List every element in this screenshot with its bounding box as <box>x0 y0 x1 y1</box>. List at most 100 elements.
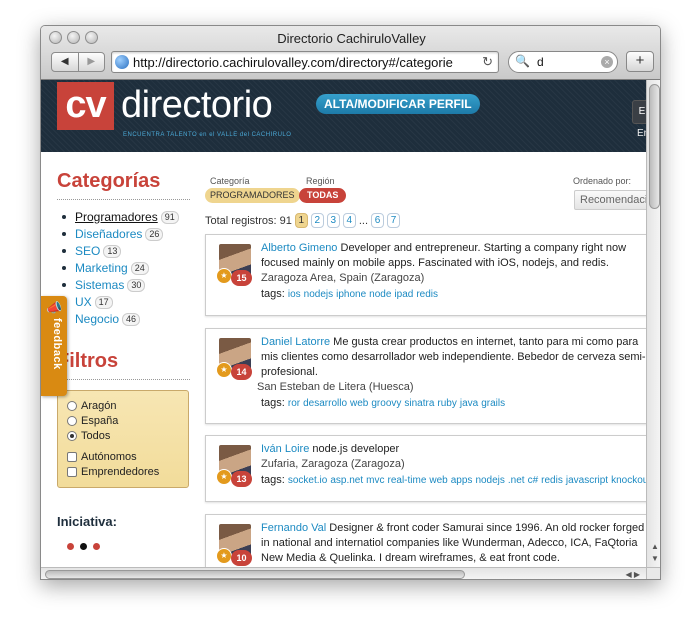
scroll-arrows[interactable]: ◀ ▶ <box>625 568 640 579</box>
tag-link[interactable]: c# <box>528 475 539 486</box>
category-link[interactable]: Negocio <box>75 312 119 326</box>
clear-search-icon[interactable]: × <box>601 56 613 68</box>
category-link[interactable]: Marketing <box>75 261 128 275</box>
tag-link[interactable]: knockout.js <box>611 475 646 486</box>
category-item[interactable]: Sistemas 30 <box>57 278 190 292</box>
profile-name-link[interactable]: Fernando Val <box>261 522 326 534</box>
tag-link[interactable]: grails <box>481 398 505 409</box>
tag-link[interactable]: node <box>369 289 391 300</box>
category-item[interactable]: Programadores 91 <box>57 210 190 224</box>
checkbox-autonomos[interactable]: Autónomos <box>67 451 179 463</box>
url-text[interactable]: http://directorio.cachirulovalley.com/di… <box>133 55 473 70</box>
filter-panel: Aragón España Todos Autónomos Emprendedo… <box>57 390 189 488</box>
page-link-current[interactable]: 1 <box>294 213 308 228</box>
sidebar: Categorías Programadores 91 Diseñadores 26… <box>57 170 190 550</box>
category-item[interactable]: UX 17 <box>57 295 190 309</box>
category-item[interactable]: Diseñadores 26 <box>57 227 190 241</box>
category-link[interactable]: SEO <box>75 244 100 258</box>
tag-link[interactable]: real-time <box>387 475 426 486</box>
tag-link[interactable]: desarrollo <box>303 398 347 409</box>
page-link[interactable]: 2 <box>310 213 324 228</box>
tag-link[interactable]: asp.net <box>330 475 363 486</box>
tag-link[interactable]: web <box>429 475 447 486</box>
vertical-scroll-thumb[interactable] <box>649 84 660 209</box>
tag-link[interactable]: web <box>350 398 368 409</box>
tag-link[interactable]: sinatra <box>404 398 434 409</box>
tag-link[interactable]: socket.io <box>288 475 327 486</box>
page-link[interactable]: 3 <box>326 213 340 228</box>
radio-icon[interactable] <box>67 401 77 411</box>
profile-button[interactable]: ALTA/MODIFICAR PERFIL <box>316 94 480 114</box>
tag-link[interactable]: .net <box>508 475 525 486</box>
tag-link[interactable]: java <box>460 398 478 409</box>
category-link[interactable]: Sistemas <box>75 278 124 292</box>
megaphone-icon: 📣 <box>46 300 63 315</box>
category-count: 46 <box>122 312 141 326</box>
tag-link[interactable]: javascript <box>566 475 608 486</box>
checkbox-icon[interactable] <box>67 452 77 462</box>
radio-checked-icon[interactable] <box>67 431 77 441</box>
tag-link[interactable]: iphone <box>336 289 366 300</box>
profile-card[interactable]: ★ 14 Daniel Latorre Me gusta crear produ… <box>205 328 646 424</box>
category-link[interactable]: Programadores <box>75 210 158 224</box>
add-bookmark-button[interactable]: + <box>626 51 654 72</box>
sort-select[interactable]: Recomendaciones <box>574 190 646 210</box>
initiative-logo[interactable] <box>57 543 190 550</box>
category-item[interactable]: SEO 13 <box>57 244 190 258</box>
tag-link[interactable]: nodejs <box>475 475 504 486</box>
recommendation-icon: ★ <box>216 548 232 564</box>
tag-link[interactable]: redis <box>416 289 438 300</box>
logo-cv[interactable]: cv <box>57 82 114 130</box>
bullet-icon <box>62 266 66 270</box>
radio-icon[interactable] <box>67 416 77 426</box>
radio-label: Todos <box>81 430 111 442</box>
page-link[interactable]: 7 <box>387 213 400 228</box>
back-button[interactable]: ◀ <box>52 53 78 71</box>
region-filter-pill[interactable]: TODAS <box>299 188 347 203</box>
category-link[interactable]: UX <box>75 295 92 309</box>
reload-icon[interactable]: ↻ <box>482 54 493 70</box>
profile-card[interactable]: ★ 13 Iván Loire node.js developer Zufari… <box>205 435 646 502</box>
page-link[interactable]: 6 <box>371 213 384 228</box>
checkbox-icon[interactable] <box>67 467 77 477</box>
category-link[interactable]: Diseñadores <box>75 227 142 241</box>
feedback-tab[interactable]: 📣 feedback <box>41 296 67 396</box>
tag-link[interactable]: nodejs <box>304 289 333 300</box>
profile-name-link[interactable]: Alberto Gimeno <box>261 242 337 254</box>
profile-location: Zufaria, Zaragoza (Zaragoza) <box>261 458 405 470</box>
tag-link[interactable]: ror <box>288 398 300 409</box>
profile-name-link[interactable]: Daniel Latorre <box>261 336 330 348</box>
search-text[interactable]: d <box>537 55 544 69</box>
tag-link[interactable]: groovy <box>371 398 401 409</box>
checkbox-emprendedores[interactable]: Emprendedores <box>67 466 179 478</box>
tag-link[interactable]: ruby <box>437 398 456 409</box>
horizontal-scroll-thumb[interactable] <box>45 570 465 579</box>
tag-link[interactable]: mvc <box>366 475 384 486</box>
browser-search-input[interactable]: 🔍 d × <box>508 51 618 73</box>
tag-link[interactable]: apps <box>451 475 473 486</box>
header-login-button[interactable]: E <box>632 100 646 124</box>
page-link[interactable]: 4 <box>342 213 356 228</box>
category-count: 91 <box>160 210 179 224</box>
region-radio-todos[interactable]: Todos <box>67 430 179 442</box>
divider <box>57 199 190 200</box>
region-radio-espana[interactable]: España <box>67 415 179 427</box>
vertical-scrollbar[interactable]: ▲ ▼ <box>646 80 660 567</box>
profile-card[interactable]: ★ 15 Alberto Gimeno Developer and entrep… <box>205 234 646 316</box>
region-radio-aragon[interactable]: Aragón <box>67 400 179 412</box>
category-filter-pill[interactable]: PROGRAMADORES <box>205 188 300 203</box>
horizontal-scrollbar[interactable]: ◀ ▶ <box>41 567 646 579</box>
tag-link[interactable]: ipad <box>394 289 413 300</box>
forward-button[interactable]: ▶ <box>77 53 105 71</box>
resize-corner[interactable] <box>646 567 660 579</box>
profile-name-link[interactable]: Iván Loire <box>261 443 309 455</box>
category-item[interactable]: Marketing 24 <box>57 261 190 275</box>
tag-link[interactable]: ios <box>288 289 301 300</box>
category-item[interactable]: Negocio 46 <box>57 312 190 326</box>
tag-link[interactable]: redis <box>541 475 563 486</box>
profile-card[interactable]: ★ 10 Fernando Val Designer & front coder… <box>205 514 646 567</box>
logo-wordmark[interactable]: directorio <box>121 82 273 128</box>
feedback-label: feedback <box>51 318 63 370</box>
address-bar[interactable]: http://directorio.cachirulovalley.com/di… <box>111 51 499 73</box>
scroll-arrows[interactable]: ▲ ▼ <box>647 541 660 565</box>
